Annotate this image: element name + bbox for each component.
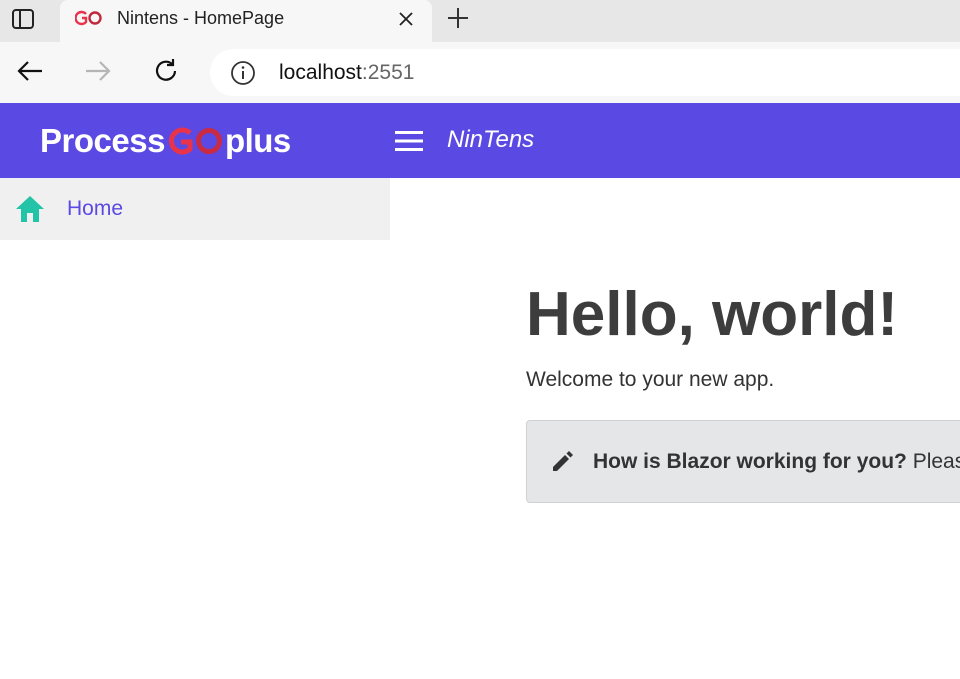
survey-link-text[interactable]: Pleas: [907, 450, 960, 473]
sidebar-item-home[interactable]: Home: [0, 178, 390, 240]
logo-text-left: Process: [40, 122, 165, 159]
survey-question: How is Blazor working for you?: [593, 450, 907, 473]
page-title: Hello, world!: [526, 280, 898, 349]
browser-toolbar: localhost:2551: [0, 42, 960, 103]
back-arrow-icon[interactable]: [14, 55, 46, 87]
forward-arrow-icon[interactable]: [82, 55, 114, 87]
pencil-icon: [550, 448, 576, 474]
url-text: localhost:2551: [279, 61, 414, 85]
sidebar-toggle-icon[interactable]: [8, 6, 38, 32]
logo-go-icon: [168, 127, 222, 155]
info-icon[interactable]: [230, 60, 256, 86]
close-tab-icon[interactable]: [395, 8, 417, 30]
hamburger-menu-icon[interactable]: [393, 129, 425, 153]
survey-prompt-box: How is Blazor working for you? Pleas: [526, 420, 960, 503]
browser-tab-strip: Nintens - HomePage: [0, 0, 960, 43]
sidebar: Home: [0, 178, 390, 240]
app-title: NinTens: [447, 126, 535, 153]
survey-text: How is Blazor working for you? Pleas: [593, 449, 960, 475]
welcome-text: Welcome to your new app.: [526, 368, 775, 391]
new-tab-icon[interactable]: [444, 4, 472, 32]
logo-text-right: plus: [224, 122, 291, 159]
tab-title: Nintens - HomePage: [117, 8, 285, 28]
sidebar-item-label: Home: [67, 197, 124, 220]
url-host: localhost: [279, 61, 362, 84]
go-logo-icon: [74, 9, 103, 27]
home-icon: [14, 194, 46, 224]
app-header: Process plus NinTens: [0, 103, 960, 178]
address-bar[interactable]: localhost:2551: [210, 49, 960, 96]
url-port: :2551: [361, 61, 415, 84]
browser-tab-active[interactable]: Nintens - HomePage: [60, 0, 432, 43]
reload-icon[interactable]: [150, 55, 182, 87]
brand-logo[interactable]: Process plus: [40, 121, 291, 161]
